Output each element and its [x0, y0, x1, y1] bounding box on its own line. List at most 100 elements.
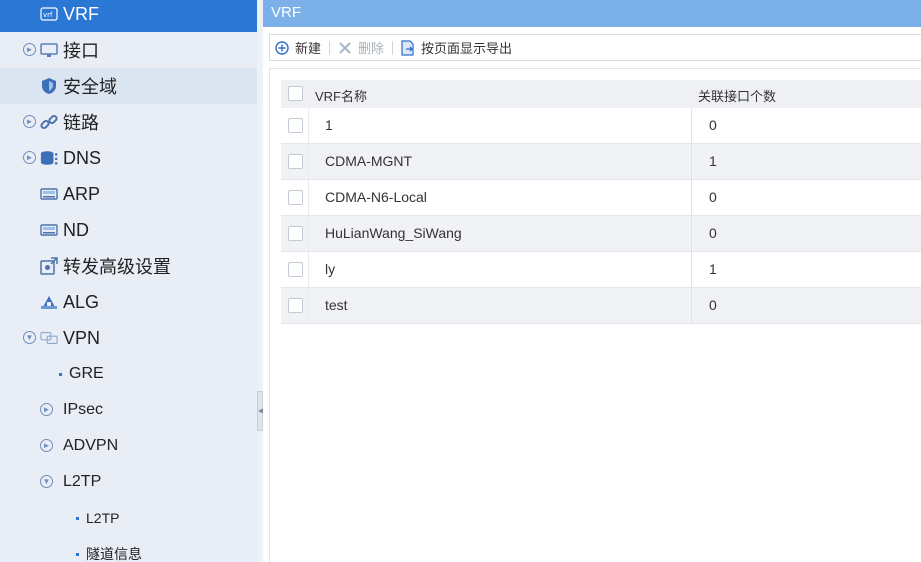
sidebar-item-label: 隧道信息: [86, 546, 142, 562]
sidebar-item-label: 安全域: [63, 77, 117, 97]
expand-icon[interactable]: ►: [40, 403, 53, 416]
database-icon: [40, 149, 58, 167]
export-button[interactable]: 按页面显示导出: [401, 35, 512, 60]
table-row[interactable]: CDMA-MGNT 1: [281, 144, 921, 180]
interface-count-cell: 1: [709, 261, 717, 277]
toolbar: 新建 删除 按页面显示导出: [269, 34, 921, 61]
expand-icon[interactable]: ►: [40, 439, 53, 452]
sidebar-item-alg[interactable]: ALG: [0, 284, 257, 320]
sidebar-item-dns[interactable]: ► DNS: [0, 140, 257, 176]
vpn-icon: [40, 329, 58, 347]
sidebar-item-label: 接口: [63, 41, 99, 61]
row-divider: [281, 323, 921, 324]
collapse-icon[interactable]: ▼: [23, 331, 36, 344]
sidebar-item-interface[interactable]: ► 接口: [0, 32, 257, 68]
forward-settings-icon: [40, 257, 58, 275]
sidebar-item-label: ND: [63, 219, 89, 240]
column-divider: [308, 288, 309, 324]
vrf-name-cell: CDMA-N6-Local: [325, 189, 427, 205]
sidebar-item-nd[interactable]: ND: [0, 212, 257, 248]
column-header-count[interactable]: 关联接口个数: [698, 86, 776, 105]
sidebar-nav: vrf VRF ► 接口 安全域 ► 链路 ► DNS ARP ND 转发高级设…: [0, 0, 257, 562]
row-checkbox[interactable]: [288, 118, 303, 133]
link-icon: [40, 113, 58, 131]
expand-icon[interactable]: ►: [23, 151, 36, 164]
sidebar-item-l2tp[interactable]: ▼ L2TP: [0, 464, 257, 500]
expand-icon[interactable]: ►: [23, 115, 36, 128]
sidebar-item-tunnel-info[interactable]: 隧道信息: [0, 536, 257, 562]
sidebar-item-label: ARP: [63, 183, 101, 204]
row-checkbox[interactable]: [288, 190, 303, 205]
network-card-icon: [40, 185, 58, 203]
interface-count-cell: 0: [709, 297, 717, 313]
collapse-icon[interactable]: ▼: [40, 475, 53, 488]
export-icon: [401, 39, 415, 56]
add-icon: [275, 40, 289, 55]
table-row[interactable]: ly 1: [281, 252, 921, 288]
table-row[interactable]: HuLianWang_SiWang 0: [281, 216, 921, 252]
svg-text:vrf: vrf: [43, 11, 53, 19]
sidebar-item-label: ADVPN: [63, 437, 119, 454]
network-card-icon: [40, 221, 58, 239]
toolbar-separator: [392, 40, 394, 55]
column-divider: [308, 180, 309, 216]
sidebar-item-security-zone[interactable]: 安全域: [0, 68, 257, 104]
expand-icon[interactable]: ►: [23, 43, 36, 56]
row-checkbox[interactable]: [288, 298, 303, 313]
sidebar-item-ipsec[interactable]: ► IPsec: [0, 392, 257, 428]
table-row[interactable]: test 0: [281, 288, 921, 324]
vrf-name-cell: HuLianWang_SiWang: [325, 225, 462, 241]
sidebar-item-label: 链路: [63, 113, 99, 133]
delete-button[interactable]: 删除: [338, 35, 384, 60]
sidebar-item-label: DNS: [63, 147, 102, 168]
sidebar-item-arp[interactable]: ARP: [0, 176, 257, 212]
table-row[interactable]: 1 0: [281, 108, 921, 144]
sidebar-item-label: L2TP: [63, 473, 102, 490]
column-header-name[interactable]: VRF名称: [315, 86, 367, 105]
column-divider: [691, 144, 692, 180]
new-button-label: 新建: [295, 41, 322, 56]
interface-count-cell: 0: [709, 225, 717, 241]
sidebar-item-vrf[interactable]: vrf VRF: [0, 0, 257, 32]
sidebar-item-label: L2TP: [86, 510, 120, 526]
toolbar-separator: [329, 40, 331, 55]
sidebar-item-forward-advanced[interactable]: 转发高级设置: [0, 248, 257, 284]
delete-button-label: 删除: [358, 41, 385, 56]
row-checkbox[interactable]: [288, 154, 303, 169]
column-divider: [308, 216, 309, 252]
sidebar-item-label: VRF: [63, 3, 99, 24]
interface-count-cell: 0: [709, 189, 717, 205]
table-header: VRF名称 关联接口个数: [281, 80, 921, 108]
sidebar-item-link[interactable]: ► 链路: [0, 104, 257, 140]
column-divider: [308, 144, 309, 180]
vrf-name-cell: test: [325, 297, 348, 313]
row-checkbox[interactable]: [288, 262, 303, 277]
new-button[interactable]: 新建: [275, 35, 321, 60]
bullet-icon: [59, 373, 62, 376]
vrf-icon: vrf: [40, 5, 58, 23]
export-button-label: 按页面显示导出: [421, 41, 513, 56]
bullet-icon: [76, 517, 79, 520]
sidebar-item-label: IPsec: [63, 401, 104, 418]
sidebar-item-label: ALG: [63, 291, 100, 312]
interface-count-cell: 0: [709, 117, 717, 133]
column-divider: [691, 288, 692, 324]
sidebar-item-label: VPN: [63, 327, 101, 348]
sidebar-item-vpn[interactable]: ▼ VPN: [0, 320, 257, 356]
select-all-checkbox[interactable]: [288, 86, 303, 101]
column-divider: [308, 252, 309, 288]
row-checkbox[interactable]: [288, 226, 303, 241]
monitor-icon: [40, 41, 58, 59]
table-row[interactable]: CDMA-N6-Local 0: [281, 180, 921, 216]
column-divider: [691, 180, 692, 216]
close-icon: [338, 41, 352, 55]
vrf-name-cell: ly: [325, 261, 336, 277]
column-divider: [691, 108, 692, 144]
sidebar-item-label: 转发高级设置: [63, 257, 171, 277]
bullet-icon: [76, 553, 79, 556]
sidebar-item-gre[interactable]: GRE: [0, 356, 257, 392]
interface-count-cell: 1: [709, 153, 717, 169]
sidebar-item-advpn[interactable]: ► ADVPN: [0, 428, 257, 464]
sidebar-item-l2tp-config[interactable]: L2TP: [0, 500, 257, 536]
page-title: VRF: [263, 0, 921, 27]
